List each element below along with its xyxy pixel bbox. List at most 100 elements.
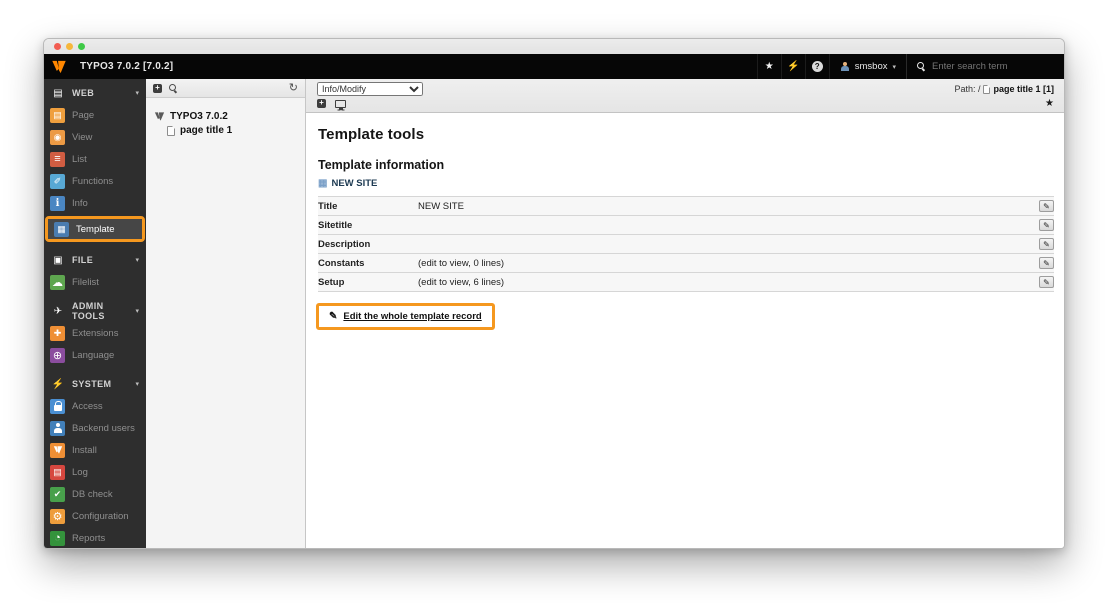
bookmarks-button[interactable]: ★ — [757, 54, 781, 79]
view-webpage-icon[interactable] — [335, 100, 346, 108]
globe-icon — [50, 348, 65, 363]
minimize-window-button[interactable] — [66, 43, 73, 50]
path-page-icon — [983, 85, 990, 94]
template-record-name: NEW SITE — [331, 178, 377, 189]
new-record-icon[interactable] — [317, 99, 326, 108]
chevron-down-icon: ▾ — [135, 256, 139, 264]
app-body: WEB ▾ Page View List — [44, 79, 1064, 548]
row-label: Description — [318, 235, 418, 254]
tree-page-label: page title 1 — [180, 125, 232, 136]
typo3-root-icon — [154, 111, 165, 122]
bookmark-star-icon[interactable]: ★ — [1045, 98, 1054, 109]
row-value: NEW SITE — [418, 197, 1028, 216]
rocket-icon — [51, 306, 65, 317]
row-value: (edit to view, 6 lines) — [418, 273, 1028, 292]
view-mode-select[interactable]: Info/Modify — [317, 82, 423, 96]
tree-page-node[interactable]: page title 1 — [167, 125, 297, 136]
page-tree-toolbar: ↻ — [146, 79, 305, 98]
row-label: Constants — [318, 254, 418, 273]
filter-tree-icon[interactable] — [169, 84, 178, 93]
chevron-down-icon: ▾ — [135, 380, 139, 388]
help-button[interactable]: ? — [805, 54, 829, 79]
template-record-icon — [318, 179, 327, 189]
sidebar-item-label: Backend users — [72, 423, 135, 434]
sidebar-item-view[interactable]: View — [44, 126, 146, 148]
sidebar-item-reports[interactable]: Reports — [44, 527, 146, 548]
eye-icon — [50, 130, 65, 145]
sidebar-item-label: Info — [72, 198, 88, 209]
template-record-link[interactable]: NEW SITE — [318, 178, 1054, 189]
topbar-right: ★ ⚡ ? smsbox ▾ — [757, 54, 1064, 79]
sidebar-item-access[interactable]: Access — [44, 395, 146, 417]
template-info-table: Title NEW SITE Sitetitle Description — [318, 196, 1054, 292]
pie-chart-icon — [50, 531, 65, 546]
brand-version-label: TYPO3 7.0.2 [7.0.2] — [80, 61, 173, 72]
sidebar-item-info[interactable]: Info — [44, 192, 146, 214]
page-title: Template tools — [318, 126, 1054, 143]
section-header-admin-tools[interactable]: ADMIN TOOLS ▾ — [44, 300, 146, 322]
sidebar-item-filelist[interactable]: Filelist — [44, 271, 146, 293]
edit-setup-button[interactable] — [1039, 276, 1054, 288]
tree-root-node[interactable]: TYPO3 7.0.2 — [154, 111, 297, 122]
sidebar-item-install[interactable]: Install — [44, 439, 146, 461]
sidebar-item-page[interactable]: Page — [44, 104, 146, 126]
table-row-setup: Setup (edit to view, 6 lines) — [318, 273, 1054, 292]
sidebar-item-label: Template — [76, 224, 115, 235]
edit-sitetitle-button[interactable] — [1039, 219, 1054, 231]
typo3-topbar: TYPO3 7.0.2 [7.0.2] ★ ⚡ ? smsbox ▾ — [44, 54, 1064, 79]
annotation-highlight-edit-link: Edit the whole template record — [316, 303, 495, 330]
global-search — [906, 54, 1064, 79]
edit-title-button[interactable] — [1039, 200, 1054, 212]
sidebar-item-label: Reports — [72, 533, 105, 544]
sidebar-item-db-check[interactable]: DB check — [44, 483, 146, 505]
section-label: FILE — [72, 255, 93, 265]
row-value — [418, 216, 1028, 235]
sidebar-item-log[interactable]: Log — [44, 461, 146, 483]
section-title: Template information — [318, 158, 1054, 172]
sidebar-item-functions[interactable]: Functions — [44, 170, 146, 192]
question-icon: ? — [812, 61, 823, 72]
star-icon: ★ — [765, 61, 774, 72]
new-page-icon[interactable] — [153, 84, 162, 93]
section-web: WEB ▾ Page View List — [44, 82, 146, 242]
sidebar-item-list[interactable]: List — [44, 148, 146, 170]
sidebar-item-configuration[interactable]: Configuration — [44, 505, 146, 527]
edit-constants-button[interactable] — [1039, 257, 1054, 269]
cloud-icon — [50, 275, 65, 290]
content-body: Template tools Template information NEW … — [306, 113, 1064, 548]
breadcrumb: Path: / page title 1 [1] — [954, 84, 1054, 94]
sidebar-item-label: Filelist — [72, 277, 99, 288]
gear-icon — [50, 509, 65, 524]
zoom-window-button[interactable] — [78, 43, 85, 50]
app-window: TYPO3 7.0.2 [7.0.2] ★ ⚡ ? smsbox ▾ — [43, 38, 1065, 549]
sidebar-item-label: Configuration — [72, 511, 129, 522]
sidebar-item-backend-users[interactable]: Backend users — [44, 417, 146, 439]
db-check-icon — [50, 487, 65, 502]
search-icon — [917, 62, 926, 71]
puzzle-icon — [50, 326, 65, 341]
close-window-button[interactable] — [54, 43, 61, 50]
section-header-system[interactable]: SYSTEM ▾ — [44, 373, 146, 395]
page-icon — [50, 108, 65, 123]
sidebar-item-label: Functions — [72, 176, 113, 187]
section-header-web[interactable]: WEB ▾ — [44, 82, 146, 104]
edit-link-label: Edit the whole template record — [343, 311, 481, 322]
user-menu[interactable]: smsbox ▾ — [829, 54, 906, 79]
section-label: ADMIN TOOLS — [72, 301, 128, 321]
sidebar-item-label: Language — [72, 350, 114, 361]
doc-header: Info/Modify Path: / page title 1 [1] — [306, 79, 1064, 113]
row-value — [418, 235, 1028, 254]
person-icon — [50, 421, 65, 436]
clear-cache-button[interactable]: ⚡ — [781, 54, 805, 79]
content-panel: Info/Modify Path: / page title 1 [1] — [306, 79, 1064, 548]
section-header-file[interactable]: FILE ▾ — [44, 249, 146, 271]
sidebar-item-template[interactable]: Template — [48, 219, 142, 239]
table-row-constants: Constants (edit to view, 0 lines) — [318, 254, 1054, 273]
edit-whole-template-link[interactable]: Edit the whole template record — [329, 311, 482, 322]
sidebar-item-extensions[interactable]: Extensions — [44, 322, 146, 344]
sidebar-item-language[interactable]: Language — [44, 344, 146, 366]
search-input[interactable] — [932, 61, 1052, 72]
edit-description-button[interactable] — [1039, 238, 1054, 250]
refresh-tree-icon[interactable]: ↻ — [289, 83, 298, 94]
user-avatar-icon — [840, 62, 850, 72]
